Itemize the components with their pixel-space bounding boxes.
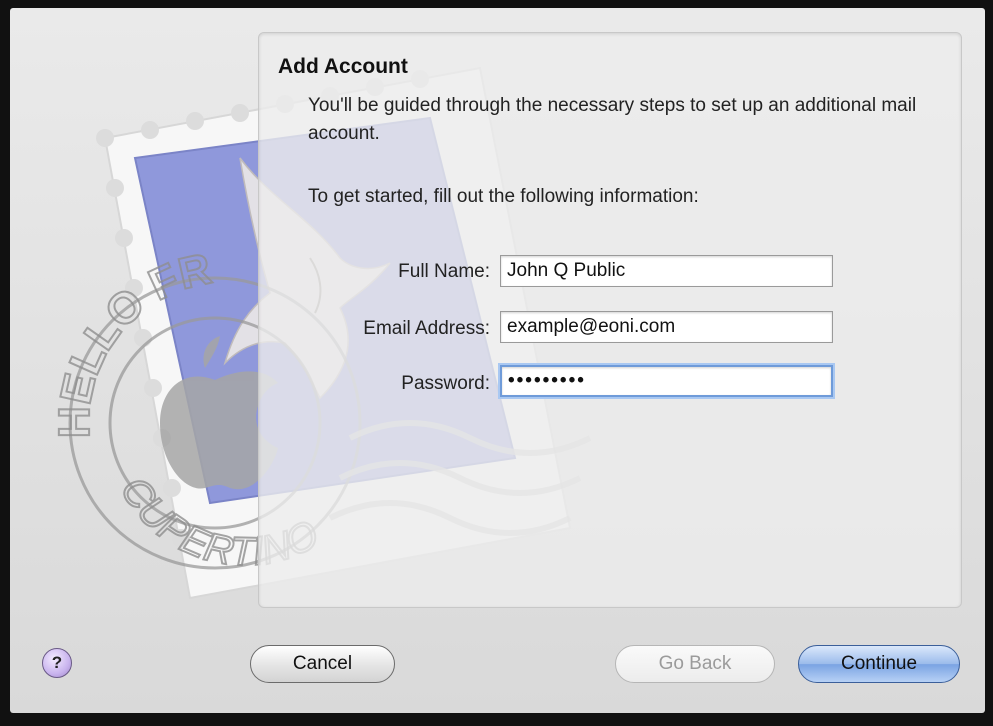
- cancel-button[interactable]: Cancel: [250, 645, 395, 683]
- add-account-window: HELLO FR CUPERTINO CA Add Account You'll…: [10, 8, 985, 713]
- dialog-title: Add Account: [278, 55, 408, 78]
- help-button[interactable]: ?: [42, 648, 72, 678]
- continue-button[interactable]: Continue: [798, 645, 960, 683]
- email-address-field[interactable]: [500, 311, 833, 343]
- cancel-button-label: Cancel: [292, 653, 353, 674]
- intro-text: You'll be guided through the necessary s…: [308, 95, 917, 144]
- continue-button-label: Continue: [840, 653, 918, 674]
- password-label: Password:: [401, 373, 490, 394]
- password-field[interactable]: [500, 365, 833, 397]
- go-back-button-label: Go Back: [658, 653, 732, 674]
- go-back-button[interactable]: Go Back: [615, 645, 775, 683]
- instruction-text: To get started, fill out the following i…: [308, 186, 699, 207]
- email-address-label: Email Address:: [363, 318, 490, 339]
- full-name-label: Full Name:: [398, 261, 490, 282]
- full-name-field[interactable]: [500, 255, 833, 287]
- help-icon: ?: [51, 653, 63, 672]
